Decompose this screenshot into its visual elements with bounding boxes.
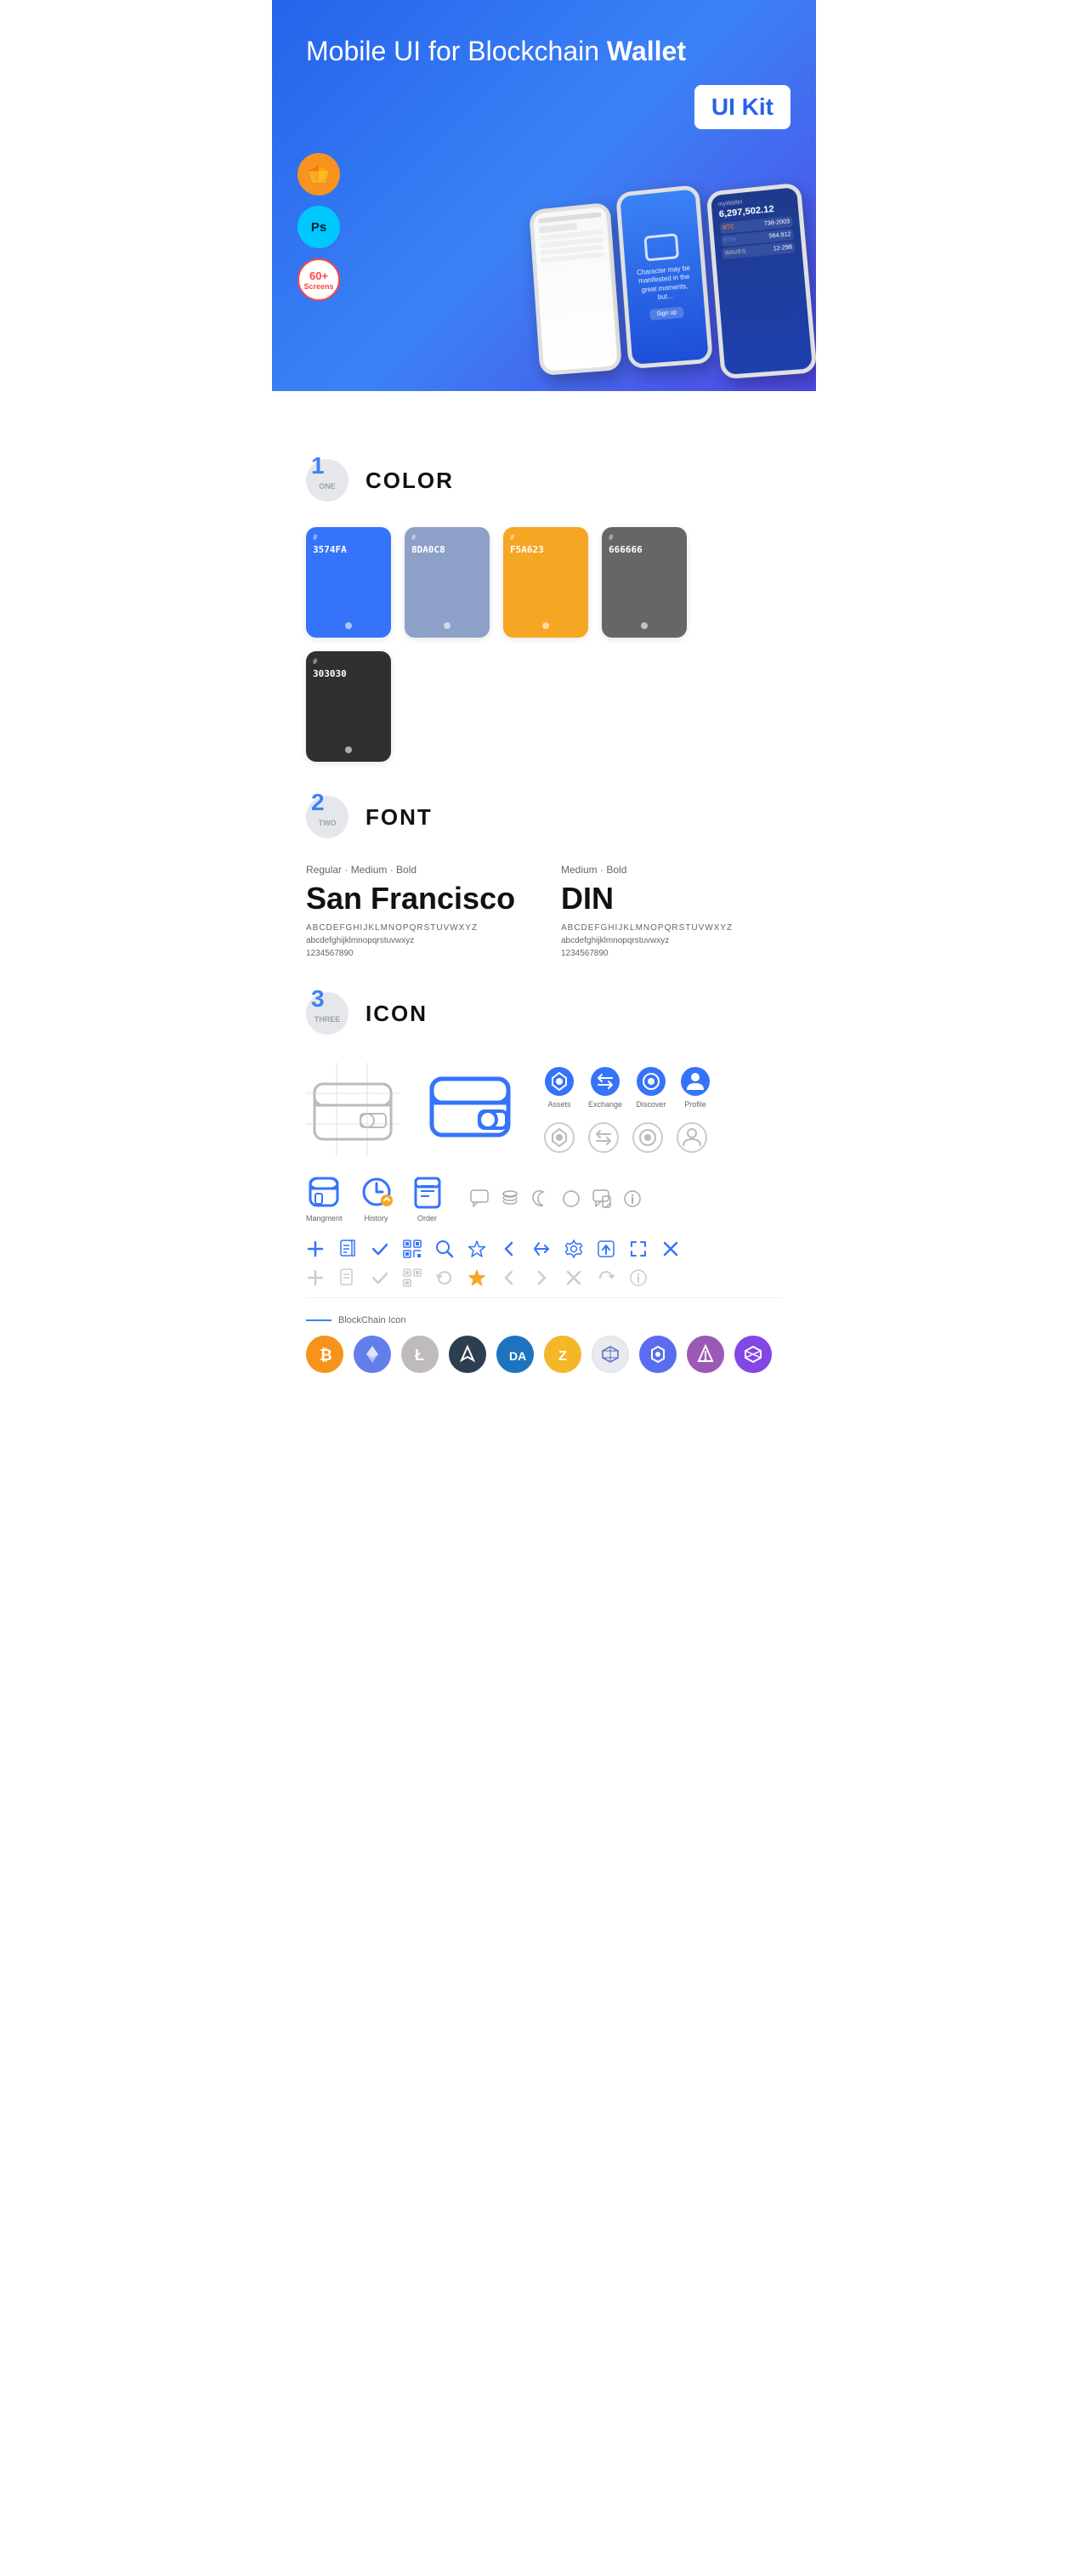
dash-icon: DASH [496, 1336, 534, 1373]
polygon-icon [734, 1336, 772, 1373]
status-icon [639, 1336, 677, 1373]
document-icon-gray [338, 1268, 357, 1287]
star-icon-blue [468, 1240, 486, 1258]
svg-text:Z: Z [558, 1349, 567, 1364]
bubble-icon [592, 1189, 611, 1208]
blockchain-line [306, 1319, 332, 1321]
wallet-solid [425, 1060, 518, 1158]
icon-section-header: 3 THREE ICON [306, 992, 782, 1035]
tool-badges: Ps 60+ Screens [298, 153, 340, 301]
font-din: Medium · Bold DIN ABCDEFGHIJKLMNOPQRSTUV… [561, 864, 782, 958]
profile-icon-item: Profile [680, 1066, 711, 1109]
share-icon [532, 1240, 551, 1258]
svg-text:₿: ₿ [320, 1347, 332, 1364]
section-number-3: 3 THREE [306, 992, 348, 1035]
search-icon [435, 1240, 454, 1258]
font-title: FONT [366, 804, 433, 831]
swatch-gray: # 666666 [602, 527, 687, 638]
svg-text:DASH: DASH [509, 1349, 526, 1363]
section-divider [306, 1297, 782, 1298]
screens-badge: 60+ Screens [298, 258, 340, 301]
swatch-dark: # 303030 [306, 651, 391, 762]
zcash-icon: Z [544, 1336, 581, 1373]
crypto-icons-row: ₿ Ł DASH Z [306, 1336, 782, 1373]
bitcoin-icon: ₿ [306, 1336, 343, 1373]
sketch-badge [298, 153, 340, 196]
exchange-icon-outline [588, 1122, 619, 1153]
grid-icon [592, 1336, 629, 1373]
wallet-wireframe [306, 1063, 400, 1156]
stack-icon [501, 1189, 519, 1208]
exchange-icon-item: Exchange [588, 1066, 622, 1109]
redo-icon-gray [597, 1268, 615, 1287]
section-number-1: 1 ONE [306, 459, 348, 502]
litecoin-icon: Ł [401, 1336, 439, 1373]
back-icon [500, 1240, 518, 1258]
color-title: COLOR [366, 468, 454, 494]
icon-title: ICON [366, 1001, 428, 1027]
upload-icon [597, 1240, 615, 1258]
close-icon [661, 1240, 680, 1258]
forward-icon-gray [532, 1268, 551, 1287]
phone-mockup-1 [529, 202, 622, 376]
wallet-icons-row: Assets Exchange [306, 1060, 782, 1158]
management-tab: Mangment [306, 1175, 343, 1223]
nav-icons-colored: Assets Exchange [544, 1066, 711, 1153]
check-icon-gray [371, 1268, 389, 1287]
swatch-orange: # F5A623 [503, 527, 588, 638]
main-content: 1 ONE COLOR # 3574FA # 8DA0C8 # F5A623 #… [272, 391, 816, 1407]
swatch-blue: # 3574FA [306, 527, 391, 638]
discover-icon-item: Discover [636, 1066, 666, 1109]
ethereum-icon [354, 1336, 391, 1373]
chat-icon [470, 1189, 489, 1208]
font-grid: Regular · Medium · Bold San Francisco AB… [306, 864, 782, 958]
font-sf: Regular · Medium · Bold San Francisco AB… [306, 864, 527, 958]
settings-icon [564, 1240, 583, 1258]
app-icons-section: Mangment History Order [306, 1175, 782, 1223]
qr-icon-gray [403, 1268, 422, 1287]
circle-icon [562, 1189, 581, 1208]
small-icons-grid [470, 1189, 642, 1208]
profile-icon-outline [677, 1122, 707, 1153]
order-tab: Order [411, 1175, 445, 1223]
plus-icon-gray [306, 1268, 325, 1287]
expand-icon [629, 1240, 648, 1258]
info-icon-gray [629, 1268, 648, 1287]
color-swatches-container: # 3574FA # 8DA0C8 # F5A623 # 666666 # 30… [306, 527, 782, 762]
discover-icon-outline [632, 1122, 663, 1153]
phone-mockup-3: myWallet 6,297,502.12 BTC 738-2003 ETH 5… [706, 183, 816, 380]
phone-mockup-2: Character may be manifested in the great… [615, 184, 713, 369]
info-icon [623, 1189, 642, 1208]
section-number-2: 2 TWO [306, 796, 348, 838]
hero-title: Mobile UI for Blockchain Wallet [306, 34, 782, 70]
plus-icon [306, 1240, 325, 1258]
history-tab: History [360, 1175, 394, 1223]
close-icon-gray [564, 1268, 583, 1287]
check-icon [371, 1240, 389, 1258]
assets-icon-item: Assets [544, 1066, 575, 1109]
moon-icon [531, 1189, 550, 1208]
swatch-steel: # 8DA0C8 [405, 527, 490, 638]
back-icon-gray [500, 1268, 518, 1287]
wings-icon [449, 1336, 486, 1373]
star-icon-yellow [468, 1268, 486, 1287]
blockchain-label: BlockChain Icon [338, 1315, 406, 1325]
ui-kit-badge: UI Kit [694, 85, 790, 129]
font-section-header: 2 TWO FONT [306, 796, 782, 838]
qr-icon [403, 1240, 422, 1258]
assets-icon-outline [544, 1122, 575, 1153]
color-section-header: 1 ONE COLOR [306, 459, 782, 502]
utility-icons-blue [306, 1240, 782, 1258]
hero-section: Mobile UI for Blockchain Wallet UI Kit P… [272, 0, 816, 391]
photoshop-badge: Ps [298, 206, 340, 248]
utility-icons-gray [306, 1268, 782, 1287]
blockchain-label-row: BlockChain Icon [306, 1315, 782, 1325]
augur-icon [687, 1336, 724, 1373]
refresh-icon-gray [435, 1268, 454, 1287]
document-icon [338, 1240, 357, 1258]
svg-text:Ł: Ł [415, 1347, 424, 1364]
